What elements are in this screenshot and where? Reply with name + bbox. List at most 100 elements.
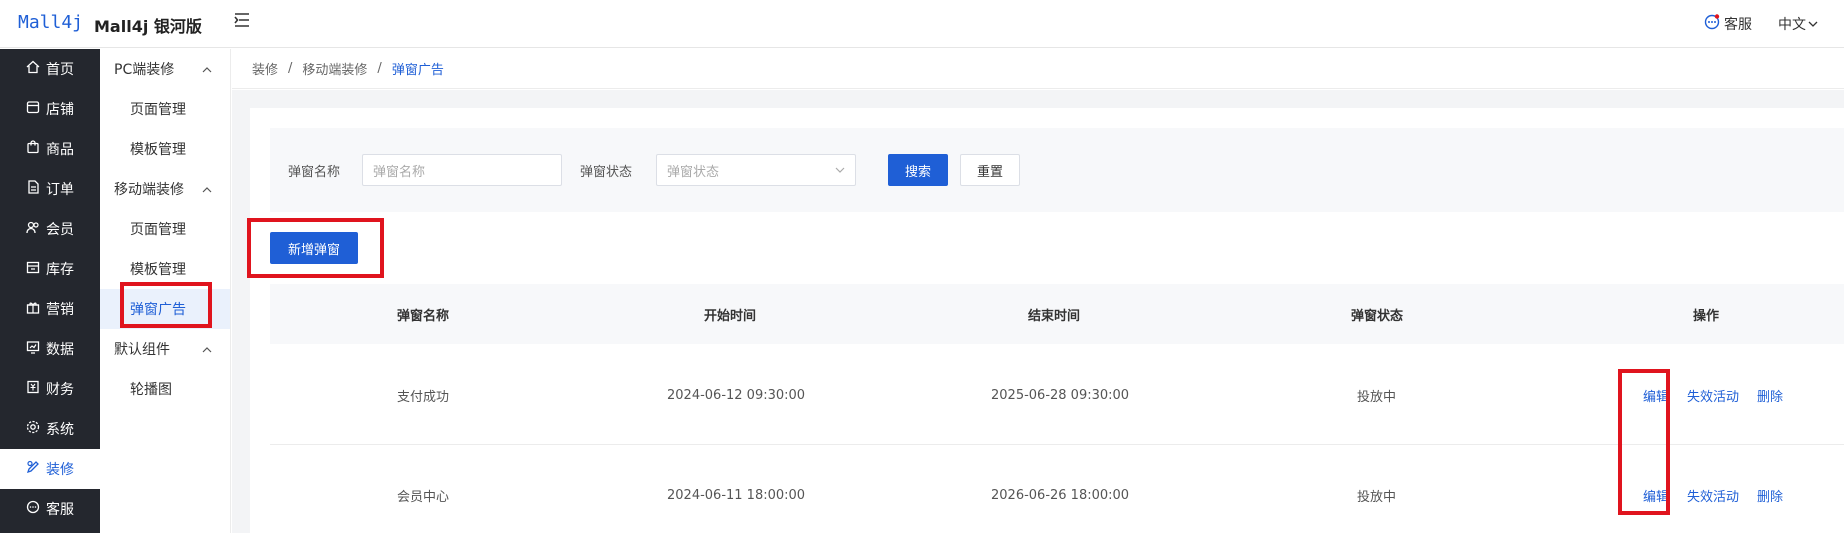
status-placeholder: 弹窗状态 — [667, 164, 720, 180]
nav-label: 财务 — [46, 382, 74, 398]
status-label: 弹窗状态 — [580, 165, 633, 180]
service-label: 客服 — [1724, 17, 1752, 33]
nav-item-data[interactable]: 数据 — [0, 329, 100, 369]
breadcrumb: 装修 / 移动端装修 / 弹窗广告 — [232, 49, 1844, 89]
gear-icon — [26, 420, 40, 438]
nav-label: 会员 — [46, 222, 74, 238]
content-card: 弹窗名称 弹窗名称 弹窗状态 弹窗状态 搜索 重置 新增弹窗 弹窗名称 开始时间… — [250, 108, 1844, 533]
main-content: 弹窗名称 弹窗名称 弹窗状态 弹窗状态 搜索 重置 新增弹窗 弹窗名称 开始时间… — [232, 90, 1844, 533]
chat-icon — [26, 500, 40, 518]
submenu-item-mobile-page[interactable]: 页面管理 — [100, 209, 230, 249]
breadcrumb-separator: / — [288, 61, 293, 76]
popup-status-select[interactable]: 弹窗状态 — [656, 154, 856, 186]
breadcrumb-item[interactable]: 移动端装修 — [302, 59, 367, 78]
top-header: Mall4j Mall4j 银河版 客服 中文 — [0, 0, 1844, 48]
brand-title: Mall4j 银河版 — [94, 17, 202, 36]
nav-item-marketing[interactable]: 营销 — [0, 289, 100, 329]
chevron-up-icon — [202, 61, 212, 77]
bag-icon — [26, 140, 40, 158]
nav-item-order[interactable]: 订单 — [0, 169, 100, 209]
cell-start: 2024-06-12 09:30:00 — [667, 387, 806, 403]
submenu-group-default[interactable]: 默认组件 — [100, 329, 230, 369]
store-icon — [26, 100, 40, 118]
cell-name: 支付成功 — [397, 389, 450, 405]
language-select[interactable]: 中文 — [1778, 14, 1818, 34]
delete-link[interactable]: 删除 — [1757, 486, 1783, 505]
group-label: 移动端装修 — [114, 182, 184, 198]
column-header: 操作 — [1693, 308, 1720, 324]
inventory-icon — [26, 260, 40, 278]
column-header: 弹窗状态 — [1351, 308, 1404, 324]
cell-status: 投放中 — [1357, 389, 1397, 405]
service-chat-icon — [1704, 14, 1720, 34]
nav-item-system[interactable]: 系统 — [0, 409, 100, 449]
submenu-group-mobile[interactable]: 移动端装修 — [100, 169, 230, 209]
nav-label: 库存 — [46, 262, 74, 278]
popup-name-input[interactable]: 弹窗名称 — [362, 154, 562, 186]
submenu-item-popup-ad[interactable]: 弹窗广告 — [100, 289, 230, 329]
cell-actions: 编辑 失效活动 删除 — [1643, 345, 1783, 445]
language-label: 中文 — [1778, 17, 1806, 33]
edit-link[interactable]: 编辑 — [1643, 386, 1669, 405]
nav-label: 营销 — [46, 302, 74, 318]
nav-item-inventory[interactable]: 库存 — [0, 249, 100, 289]
chart-icon — [26, 340, 40, 358]
nav-label: 商品 — [46, 142, 74, 158]
submenu-item-mobile-template[interactable]: 模板管理 — [100, 249, 230, 289]
chevron-down-icon — [1808, 16, 1818, 32]
chevron-up-icon — [202, 181, 212, 197]
cell-status: 投放中 — [1357, 489, 1397, 505]
nav-label: 系统 — [46, 422, 74, 438]
finance-icon — [26, 380, 40, 398]
gift-icon — [26, 300, 40, 318]
sub-menu: PC端装修 页面管理 模板管理 移动端装修 页面管理 模板管理 弹窗广告 默认组… — [100, 49, 231, 533]
column-header: 开始时间 — [704, 308, 757, 324]
cell-end: 2025-06-28 09:30:00 — [991, 387, 1130, 403]
name-label: 弹窗名称 — [288, 165, 341, 180]
nav-label: 客服 — [46, 502, 74, 518]
customer-service-link[interactable]: 客服 — [1704, 14, 1752, 34]
home-icon — [26, 60, 40, 78]
add-popup-button[interactable]: 新增弹窗 — [270, 232, 358, 264]
nav-label: 订单 — [46, 182, 74, 198]
nav-label: 装修 — [46, 462, 74, 478]
table-header: 弹窗名称 开始时间 结束时间 弹窗状态 操作 — [270, 284, 1844, 344]
nav-item-finance[interactable]: 财务 — [0, 369, 100, 409]
logo[interactable]: Mall4j — [18, 12, 83, 33]
reset-button[interactable]: 重置 — [960, 154, 1020, 186]
group-label: PC端装修 — [114, 62, 175, 78]
menu-collapse-icon[interactable] — [234, 13, 256, 33]
submenu-item-pc-template[interactable]: 模板管理 — [100, 129, 230, 169]
breadcrumb-item[interactable]: 装修 — [252, 59, 278, 78]
column-header: 弹窗名称 — [397, 308, 450, 324]
delete-link[interactable]: 删除 — [1757, 386, 1783, 405]
deactivate-link[interactable]: 失效活动 — [1687, 486, 1739, 505]
nav-item-member[interactable]: 会员 — [0, 209, 100, 249]
cell-start: 2024-06-11 18:00:00 — [667, 487, 806, 503]
submenu-item-carousel[interactable]: 轮播图 — [100, 369, 230, 409]
users-icon — [26, 220, 40, 238]
submenu-item-pc-page[interactable]: 页面管理 — [100, 89, 230, 129]
deactivate-link[interactable]: 失效活动 — [1687, 386, 1739, 405]
cell-end: 2026-06-26 18:00:00 — [991, 487, 1130, 503]
nav-item-service[interactable]: 客服 — [0, 489, 100, 529]
main-nav: 首页 店铺 商品 订单 会员 库存 营销 数据 财务 系统 装修 客服 — [0, 49, 100, 533]
breadcrumb-separator: / — [377, 61, 382, 76]
table-row: 会员中心 2024-06-11 18:00:00 2026-06-26 18:0… — [270, 445, 1844, 533]
chevron-down-icon — [835, 163, 845, 178]
group-label: 默认组件 — [114, 342, 170, 358]
cell-actions: 编辑 失效活动 删除 — [1643, 445, 1783, 533]
column-header: 结束时间 — [1028, 308, 1081, 324]
submenu-group-pc[interactable]: PC端装修 — [100, 49, 230, 89]
chevron-up-icon — [202, 341, 212, 357]
nav-item-decorate[interactable]: 装修 — [0, 449, 100, 489]
nav-item-home[interactable]: 首页 — [0, 49, 100, 89]
nav-item-store[interactable]: 店铺 — [0, 89, 100, 129]
table-row: 支付成功 2024-06-12 09:30:00 2025-06-28 09:3… — [270, 345, 1844, 445]
name-placeholder: 弹窗名称 — [373, 164, 426, 180]
decorate-icon — [26, 460, 40, 478]
search-button[interactable]: 搜索 — [888, 154, 948, 186]
edit-link[interactable]: 编辑 — [1643, 486, 1669, 505]
nav-item-goods[interactable]: 商品 — [0, 129, 100, 169]
search-form: 弹窗名称 弹窗名称 弹窗状态 弹窗状态 搜索 重置 — [270, 128, 1844, 212]
